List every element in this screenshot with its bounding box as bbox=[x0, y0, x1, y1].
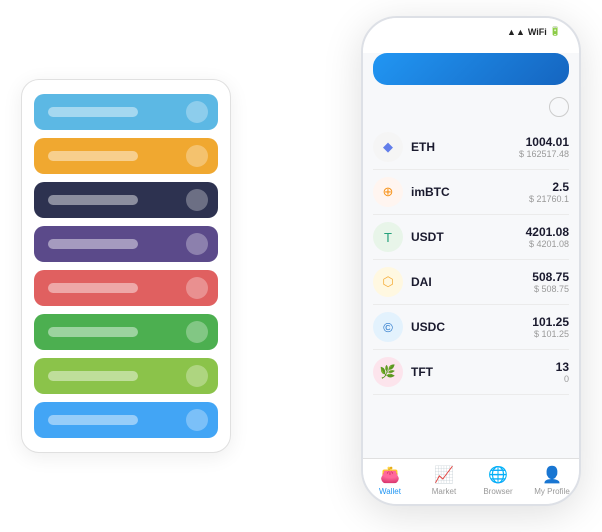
card-item-icon bbox=[186, 145, 208, 167]
card-item[interactable] bbox=[34, 402, 218, 438]
asset-usd: $ 21760.1 bbox=[529, 194, 569, 204]
asset-values: 1004.01$ 162517.48 bbox=[519, 135, 569, 159]
asset-name: USDT bbox=[411, 230, 526, 244]
asset-icon: © bbox=[373, 312, 403, 342]
asset-icon: T bbox=[373, 222, 403, 252]
card-item-icon bbox=[186, 321, 208, 343]
asset-icon: ⬡ bbox=[373, 267, 403, 297]
asset-icon: ◆ bbox=[373, 132, 403, 162]
asset-name: DAI bbox=[411, 275, 532, 289]
asset-amount: 13 bbox=[556, 360, 569, 374]
asset-amount: 1004.01 bbox=[519, 135, 569, 149]
asset-values: 130 bbox=[556, 360, 569, 384]
card-item[interactable] bbox=[34, 94, 218, 130]
nav-label: Wallet bbox=[379, 487, 401, 496]
card-item[interactable] bbox=[34, 270, 218, 306]
asset-amount: 4201.08 bbox=[526, 225, 569, 239]
nav-item-my-profile[interactable]: 👤 My Profile bbox=[525, 465, 579, 496]
asset-icon: ⊕ bbox=[373, 177, 403, 207]
asset-row[interactable]: 🌿 TFT130 bbox=[373, 350, 569, 395]
nav-label: Browser bbox=[483, 487, 512, 496]
add-asset-button[interactable] bbox=[549, 97, 569, 117]
asset-name: USDC bbox=[411, 320, 532, 334]
asset-values: 4201.08$ 4201.08 bbox=[526, 225, 569, 249]
card-item[interactable] bbox=[34, 226, 218, 262]
status-icons: ▲▲ WiFi 🔋 bbox=[507, 26, 561, 37]
asset-list: ◆ ETH1004.01$ 162517.48 ⊕ imBTC2.5$ 21760.1… bbox=[373, 125, 569, 395]
asset-usd: $ 101.25 bbox=[532, 329, 569, 339]
nav-label: My Profile bbox=[534, 487, 570, 496]
asset-row[interactable]: ⬡ DAI508.75$ 508.75 bbox=[373, 260, 569, 305]
card-item[interactable] bbox=[34, 358, 218, 394]
card-item-icon bbox=[186, 409, 208, 431]
asset-amount: 2.5 bbox=[529, 180, 569, 194]
nav-icon: 👛 bbox=[380, 465, 400, 485]
asset-icon: 🌿 bbox=[373, 357, 403, 387]
asset-values: 508.75$ 508.75 bbox=[532, 270, 569, 294]
bottom-nav: 👛 Wallet 📈 Market 🌐 Browser 👤 My Profile bbox=[363, 458, 579, 504]
phone-content: ◆ ETH1004.01$ 162517.48 ⊕ imBTC2.5$ 21760.1… bbox=[363, 53, 579, 458]
asset-row[interactable]: ⊕ imBTC2.5$ 21760.1 bbox=[373, 170, 569, 215]
asset-usd: $ 162517.48 bbox=[519, 149, 569, 159]
nav-item-market[interactable]: 📈 Market bbox=[417, 465, 471, 496]
nav-item-browser[interactable]: 🌐 Browser bbox=[471, 465, 525, 496]
asset-row[interactable]: ◆ ETH1004.01$ 162517.48 bbox=[373, 125, 569, 170]
asset-name: imBTC bbox=[411, 185, 529, 199]
nav-label: Market bbox=[432, 487, 456, 496]
asset-amount: 508.75 bbox=[532, 270, 569, 284]
phone-mockup: ▲▲ WiFi 🔋 bbox=[361, 16, 581, 506]
card-item-icon bbox=[186, 101, 208, 123]
asset-usd: $ 508.75 bbox=[532, 284, 569, 294]
asset-row[interactable]: © USDC101.25$ 101.25 bbox=[373, 305, 569, 350]
nav-icon: 🌐 bbox=[488, 465, 508, 485]
asset-amount: 101.25 bbox=[532, 315, 569, 329]
nav-icon: 📈 bbox=[434, 465, 454, 485]
assets-header bbox=[373, 95, 569, 125]
status-bar: ▲▲ WiFi 🔋 bbox=[363, 18, 579, 41]
eth-card[interactable] bbox=[373, 53, 569, 85]
card-item-icon bbox=[186, 365, 208, 387]
card-stack bbox=[21, 79, 231, 453]
asset-usd: $ 4201.08 bbox=[526, 239, 569, 249]
asset-name: ETH bbox=[411, 140, 519, 154]
card-item-icon bbox=[186, 277, 208, 299]
nav-icon: 👤 bbox=[542, 465, 562, 485]
nav-item-wallet[interactable]: 👛 Wallet bbox=[363, 465, 417, 496]
phone-header bbox=[363, 41, 579, 53]
main-scene: ▲▲ WiFi 🔋 bbox=[21, 16, 581, 516]
card-item[interactable] bbox=[34, 314, 218, 350]
card-item-icon bbox=[186, 189, 208, 211]
asset-row[interactable]: T USDT4201.08$ 4201.08 bbox=[373, 215, 569, 260]
asset-usd: 0 bbox=[556, 374, 569, 384]
card-item[interactable] bbox=[34, 182, 218, 218]
asset-values: 101.25$ 101.25 bbox=[532, 315, 569, 339]
card-item[interactable] bbox=[34, 138, 218, 174]
card-item-icon bbox=[186, 233, 208, 255]
asset-values: 2.5$ 21760.1 bbox=[529, 180, 569, 204]
asset-name: TFT bbox=[411, 365, 556, 379]
